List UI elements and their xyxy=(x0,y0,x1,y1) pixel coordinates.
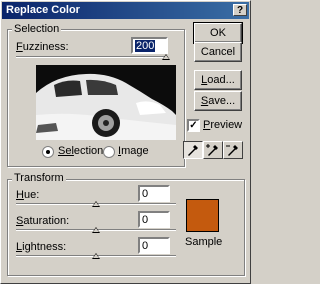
selection-preview-image xyxy=(36,65,176,140)
radio-selection[interactable] xyxy=(42,146,54,158)
radio-image-label: Image xyxy=(118,145,149,157)
hue-input[interactable]: 0 xyxy=(138,185,170,202)
help-button[interactable]: ? xyxy=(233,4,247,16)
eyedropper-plus-icon xyxy=(206,144,218,156)
eyedropper-tool[interactable] xyxy=(183,141,203,159)
lightness-slider-thumb[interactable] xyxy=(92,253,100,259)
transform-group-label: Transform xyxy=(12,172,66,184)
saturation-input[interactable]: 0 xyxy=(138,211,170,228)
cancel-button[interactable]: Cancel xyxy=(194,42,242,62)
eyedropper-minus-tool[interactable] xyxy=(223,141,243,159)
fuzziness-slider-thumb[interactable] xyxy=(162,54,170,60)
radio-selection-label: Selection xyxy=(58,145,104,157)
saturation-label: Saturation: xyxy=(16,215,70,227)
preview-checkbox-label: Preview xyxy=(203,119,243,131)
eyedropper-minus-icon xyxy=(226,145,238,156)
selection-group-label: Selection xyxy=(12,23,62,35)
eyedropper-icon xyxy=(188,145,198,156)
sample-label: Sample xyxy=(185,236,223,248)
fuzziness-slider-track[interactable] xyxy=(16,56,166,58)
ok-button[interactable]: OK xyxy=(193,22,243,44)
window-title: Replace Color xyxy=(6,4,80,16)
preview-checkbox[interactable]: ✓ xyxy=(187,119,200,132)
fuzziness-label: Fuzziness: xyxy=(16,41,69,53)
save-button[interactable]: Save... xyxy=(194,91,242,111)
car-mask-preview xyxy=(36,65,176,140)
lightness-label: Lightness: xyxy=(16,241,67,253)
radio-image[interactable] xyxy=(103,146,115,158)
load-button[interactable]: Load... xyxy=(194,70,242,90)
sample-color-swatch[interactable] xyxy=(186,199,219,232)
title-bar: Replace Color ? xyxy=(2,2,249,19)
hue-label: Hue: xyxy=(16,189,40,201)
hue-slider-thumb[interactable] xyxy=(92,201,100,207)
lightness-input[interactable]: 0 xyxy=(138,237,170,254)
fuzziness-input[interactable]: 200 xyxy=(131,37,168,54)
eyedropper-plus-tool[interactable] xyxy=(203,141,223,159)
saturation-slider-thumb[interactable] xyxy=(92,227,100,233)
